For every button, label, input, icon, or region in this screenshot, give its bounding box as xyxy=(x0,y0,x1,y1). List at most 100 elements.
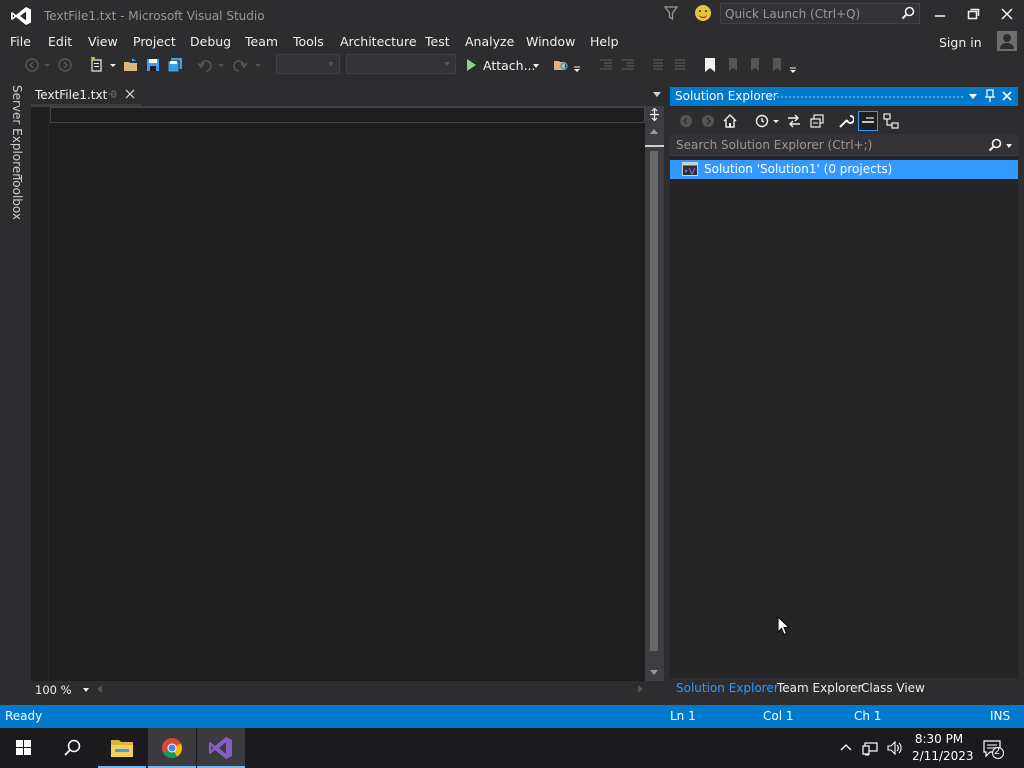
close-window-button[interactable] xyxy=(992,3,1022,25)
sync-with-active-document-icon[interactable] xyxy=(786,113,802,129)
forward-icon[interactable] xyxy=(57,57,73,73)
attach-button[interactable]: Attach... xyxy=(464,54,544,76)
solution-explorer-header[interactable]: Solution Explorer xyxy=(670,87,1018,106)
solution-node[interactable]: Solution 'Solution1' (0 projects) xyxy=(670,160,1018,179)
menu-debug[interactable]: Debug xyxy=(190,34,231,49)
toolbox-tab[interactable]: Toolbox xyxy=(10,175,24,220)
zoom-level-combo[interactable]: 100 % xyxy=(33,682,91,697)
menu-test[interactable]: Test xyxy=(425,34,450,49)
search-icon[interactable] xyxy=(988,138,1002,152)
clock-date[interactable]: 2/11/2023 xyxy=(912,749,974,763)
new-dropdown-icon[interactable] xyxy=(108,57,118,73)
tab-textfile1[interactable]: TextFile1.txt xyxy=(31,84,141,106)
menu-project[interactable]: Project xyxy=(133,34,176,49)
feedback-smiley-icon[interactable] xyxy=(695,5,711,21)
search-options-dropdown-icon[interactable] xyxy=(1006,144,1012,148)
show-hidden-icons-chevron-icon[interactable] xyxy=(838,740,854,756)
editor-vertical-scrollbar[interactable] xyxy=(645,106,664,681)
toolbar-options-icon[interactable] xyxy=(788,57,798,73)
start-button[interactable] xyxy=(0,728,48,768)
preview-selected-items-icon[interactable] xyxy=(883,113,899,129)
close-panel-icon[interactable] xyxy=(1001,90,1013,102)
zoom-dropdown-icon[interactable] xyxy=(83,688,89,692)
menu-file[interactable]: File xyxy=(10,34,31,49)
clock-time[interactable]: 8:30 PM xyxy=(912,732,966,746)
solution-configurations-combo[interactable] xyxy=(276,54,340,74)
sign-in-link[interactable]: Sign in xyxy=(939,35,982,50)
menu-help[interactable]: Help xyxy=(590,34,619,49)
scroll-up-arrow-icon[interactable] xyxy=(650,129,658,134)
pending-changes-filter-icon[interactable] xyxy=(754,113,770,129)
search-icon[interactable] xyxy=(901,6,915,20)
tab-class-view[interactable]: Class View xyxy=(861,681,925,695)
menu-team[interactable]: Team xyxy=(245,34,278,49)
close-tab-icon[interactable] xyxy=(124,88,136,100)
tab-solution-explorer[interactable]: Solution Explorer xyxy=(676,681,779,695)
increase-indent-icon[interactable] xyxy=(620,57,636,73)
network-icon[interactable] xyxy=(862,740,878,756)
filter-dropdown-icon[interactable] xyxy=(771,113,781,129)
panel-drag-grip[interactable] xyxy=(768,95,964,99)
show-all-files-icon[interactable] xyxy=(858,111,878,131)
solution-explorer-search-input[interactable] xyxy=(676,137,976,153)
back-icon[interactable] xyxy=(678,113,694,129)
server-explorer-tab[interactable]: Server Explorer xyxy=(10,85,24,178)
action-center-button[interactable]: 2 xyxy=(982,738,1004,760)
tab-team-explorer[interactable]: Team Explorer xyxy=(777,681,863,695)
search-button[interactable] xyxy=(48,728,96,768)
solution-platforms-combo[interactable] xyxy=(346,54,456,74)
comment-icon[interactable] xyxy=(650,57,666,73)
window-position-dropdown-icon[interactable] xyxy=(969,94,977,99)
editor-horizontal-scrollbar[interactable] xyxy=(95,683,645,696)
text-editor[interactable] xyxy=(31,106,664,681)
volume-icon[interactable] xyxy=(886,740,902,756)
scroll-left-arrow-icon[interactable] xyxy=(97,685,102,693)
account-icon[interactable] xyxy=(997,31,1017,51)
forward-icon[interactable] xyxy=(700,113,716,129)
quick-launch-input[interactable] xyxy=(725,6,895,21)
home-icon[interactable] xyxy=(722,113,738,129)
save-icon[interactable] xyxy=(145,57,161,73)
find-in-files-icon[interactable] xyxy=(553,57,569,73)
undo-dropdown-icon[interactable] xyxy=(216,57,226,73)
minimize-button[interactable] xyxy=(925,3,955,25)
previous-bookmark-icon[interactable] xyxy=(724,57,740,73)
collapse-all-icon[interactable] xyxy=(809,113,825,129)
back-dropdown-icon[interactable] xyxy=(42,57,52,73)
visual-studio-taskbar-button[interactable] xyxy=(197,728,245,768)
scroll-right-arrow-icon[interactable] xyxy=(638,685,643,693)
decrease-indent-icon[interactable] xyxy=(598,57,614,73)
open-file-icon[interactable] xyxy=(123,57,139,73)
scrollbar-thumb[interactable] xyxy=(650,151,658,651)
menu-analyze[interactable]: Analyze xyxy=(465,34,514,49)
new-project-icon[interactable] xyxy=(89,57,105,73)
menu-edit[interactable]: Edit xyxy=(48,34,72,49)
auto-hide-pin-icon[interactable] xyxy=(984,89,996,103)
uncomment-icon[interactable] xyxy=(672,57,688,73)
menu-view[interactable]: View xyxy=(88,34,118,49)
chrome-taskbar-button[interactable] xyxy=(148,728,196,768)
menu-architecture[interactable]: Architecture xyxy=(340,34,417,49)
redo-icon[interactable] xyxy=(232,57,248,73)
tab-overflow-dropdown-icon[interactable] xyxy=(653,92,661,97)
properties-wrench-icon[interactable] xyxy=(838,113,854,129)
bookmark-icon[interactable] xyxy=(702,57,718,73)
solution-explorer-search-box[interactable] xyxy=(670,134,1018,156)
attach-dropdown-icon[interactable] xyxy=(533,64,539,68)
next-bookmark-icon[interactable] xyxy=(746,57,762,73)
menu-tools[interactable]: Tools xyxy=(293,34,324,49)
undo-icon[interactable] xyxy=(197,57,213,73)
redo-dropdown-icon[interactable] xyxy=(253,57,263,73)
clear-bookmarks-icon[interactable] xyxy=(768,57,784,73)
split-window-handle-icon[interactable] xyxy=(649,108,660,121)
restore-button[interactable] xyxy=(958,3,988,25)
save-all-icon[interactable] xyxy=(167,57,183,73)
quick-launch-box[interactable] xyxy=(720,3,920,24)
find-dropdown-icon[interactable] xyxy=(572,57,582,73)
back-icon[interactable] xyxy=(24,57,40,73)
notifications-filter-icon[interactable] xyxy=(663,5,679,21)
file-explorer-taskbar-button[interactable] xyxy=(98,728,146,768)
menu-window[interactable]: Window xyxy=(526,34,575,49)
scroll-down-arrow-icon[interactable] xyxy=(650,670,658,675)
pin-tab-icon[interactable] xyxy=(107,89,117,99)
